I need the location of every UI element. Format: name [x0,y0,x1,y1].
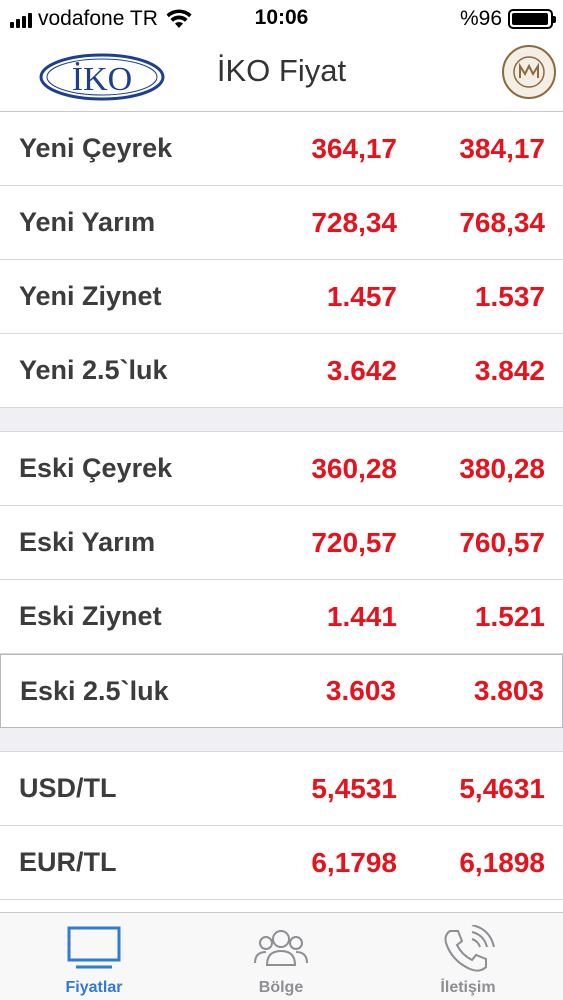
buy-price: 1.441 [326,600,397,632]
price-row[interactable]: EUR/TL 6,1798 6,1898 [0,826,563,900]
product-label: Yeni 2.5`luk [19,355,168,385]
buy-price: 3.603 [325,675,396,706]
price-row[interactable]: USD/TL 5,4531 5,4631 [0,752,563,826]
price-list: Yeni Çeyrek 364,17 384,17 Yeni Yarım 728,34 7… [0,112,563,900]
price-row[interactable]: Eski Ziynet 1.441 1.521 [0,580,563,654]
product-label: USD/TL [19,773,117,803]
buy-price: 5,4531 [311,772,397,804]
tab-label: Bölge [258,979,304,996]
tab-iletisim[interactable]: İletişim [374,913,562,1000]
product-label: Yeni Ziynet [19,281,162,311]
sell-price: 760,57 [459,526,545,558]
price-row[interactable]: Eski Yarım 720,57 760,57 [0,506,563,580]
buy-price: 360,28 [311,452,397,484]
product-label: Eski Yarım [19,527,156,557]
price-row[interactable]: Yeni Çeyrek 364,17 384,17 [0,112,563,186]
sell-price: 768,34 [459,206,545,238]
status-right: %96 [459,7,556,31]
status-bar: vodafone TR 10:06 %96 [0,0,563,36]
product-label: Eski 2.5`luk [20,675,169,706]
price-row[interactable]: Yeni Yarım 728,34 768,34 [0,186,563,260]
price-row[interactable]: Yeni 2.5`luk 3.642 3.842 [0,334,563,408]
buy-price: 1.457 [326,280,397,312]
price-row[interactable]: Eski 2.5`luk 3.603 3.803 [0,654,563,728]
sell-price: 5,4631 [459,772,545,804]
buy-price: 720,57 [311,526,397,558]
section-separator [0,408,563,432]
monitor-icon [67,926,121,969]
buy-price: 364,17 [311,132,397,164]
navigation-bar: İKO İKO Fiyat [0,36,563,112]
sell-price: 6,1898 [459,846,545,878]
battery-icon [508,9,556,29]
nadir-metal-rafineri-logo[interactable] [501,44,557,100]
sell-price: 3.803 [473,675,544,706]
buy-price: 3.642 [326,354,397,386]
people-icon [254,930,308,966]
tab-bolge[interactable]: Bölge [187,913,375,1000]
tab-label: Fiyatlar [65,979,123,996]
buy-price: 728,34 [311,206,397,238]
battery-percent: %96 [459,7,502,30]
product-label: Eski Çeyrek [19,453,173,483]
price-row[interactable]: Eski Çeyrek 360,28 380,28 [0,432,563,506]
tab-fiyatlar[interactable]: Fiyatlar [0,913,188,1000]
product-label: Yeni Yarım [19,207,156,237]
sell-price: 1.537 [474,280,545,312]
section-separator [0,728,563,752]
price-row[interactable]: Yeni Ziynet 1.457 1.537 [0,260,563,334]
sell-price: 384,17 [459,132,545,164]
buy-price: 6,1798 [311,846,397,878]
tab-label: İletişim [440,979,496,996]
page-title: İKO Fiyat [216,53,347,88]
sell-price: 3.842 [474,354,545,386]
product-label: EUR/TL [19,847,117,877]
phone-icon [444,925,495,972]
sell-price: 380,28 [459,452,545,484]
sell-price: 1.521 [474,600,545,632]
battery-fill [512,13,548,25]
product-label: Eski Ziynet [19,601,162,631]
tab-bar: Fiyatlar Bölge İletişim [0,912,563,1000]
product-label: Yeni Çeyrek [19,133,173,163]
